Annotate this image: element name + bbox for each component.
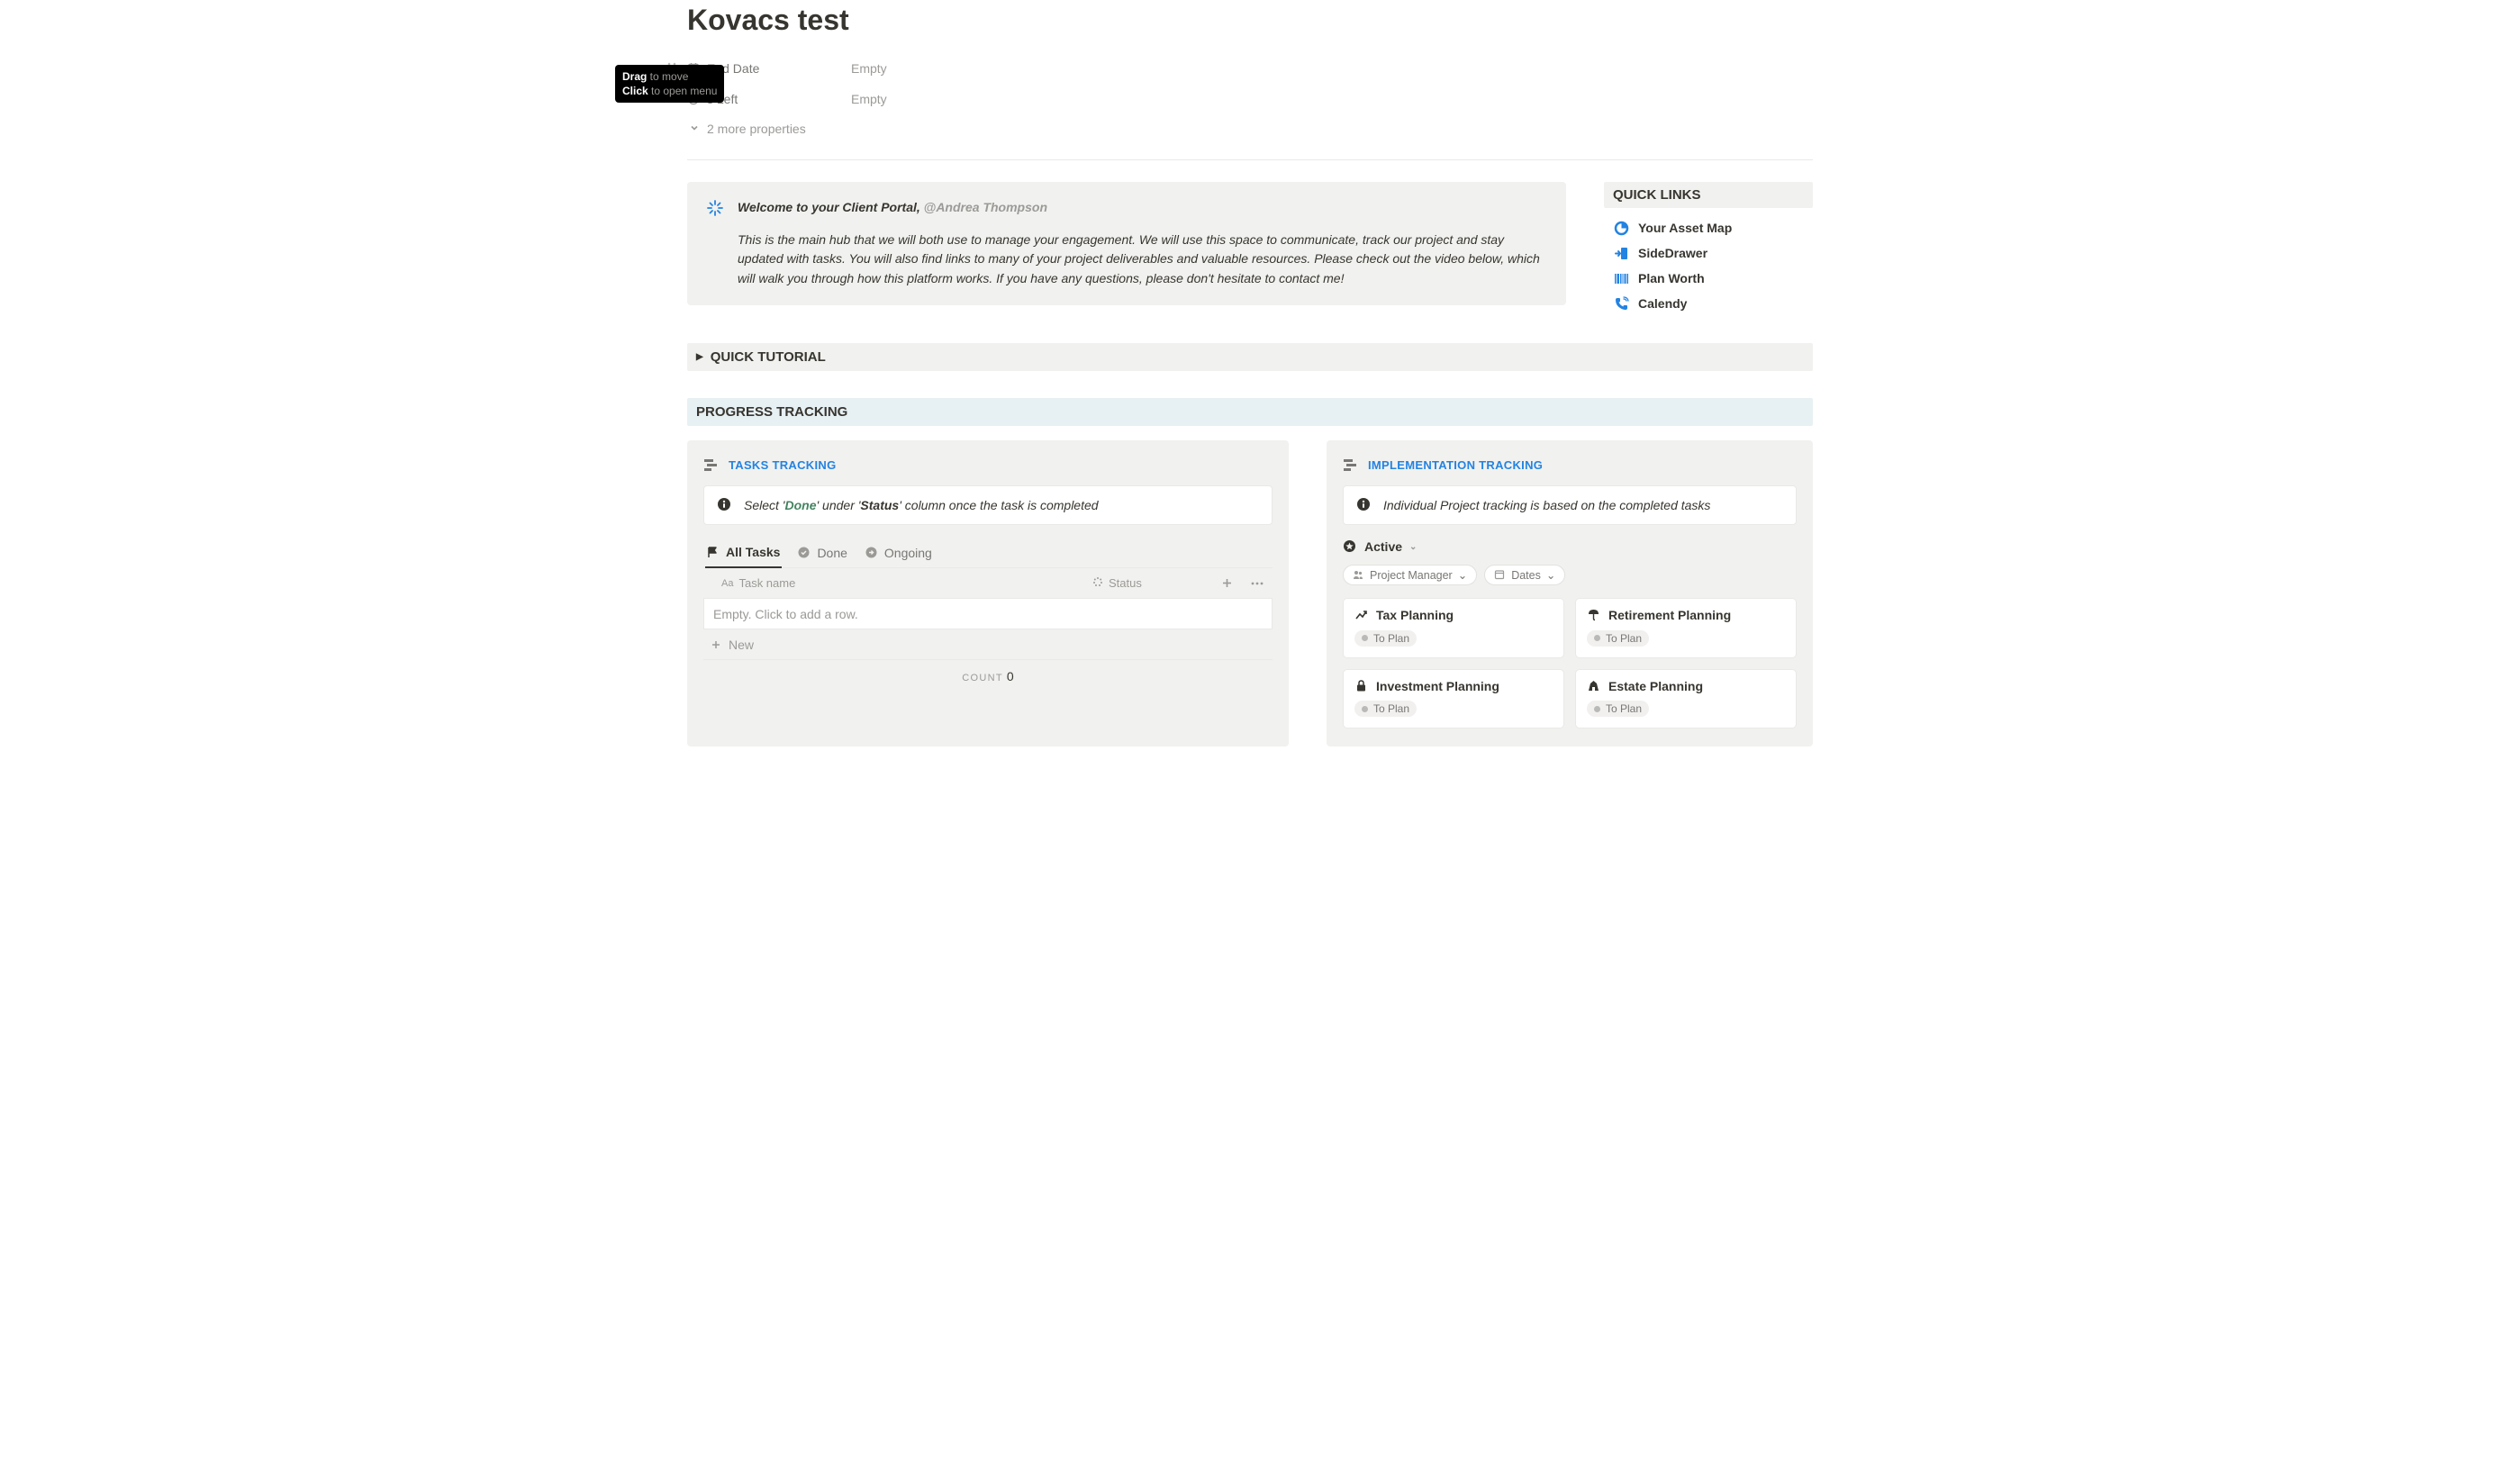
arrow-circle-icon — [865, 546, 879, 559]
section-label: PROGRESS TRACKING — [696, 404, 847, 420]
welcome-callout: Welcome to your Client Portal, @Andrea T… — [687, 182, 1566, 305]
status-badge: To Plan — [1587, 701, 1649, 717]
quicklink-calendy[interactable]: Calendy — [1608, 291, 1813, 316]
lock-icon — [1354, 679, 1369, 693]
tasks-tracking-panel: TASKS TRACKING Select 'Done' under 'Stat… — [687, 440, 1289, 747]
phone-icon — [1613, 295, 1629, 312]
quicklinks-panel: QUICK LINKS Your Asset Map SideDrawer Pl… — [1604, 182, 1813, 316]
new-row-button[interactable]: New — [703, 629, 1273, 660]
quicklink-label: Plan Worth — [1638, 271, 1705, 285]
quicklink-sidedrawer[interactable]: SideDrawer — [1608, 240, 1813, 266]
row-count: COUNT0 — [703, 660, 1273, 683]
status-badge: To Plan — [1587, 630, 1649, 647]
column-task-name[interactable]: Aa Task name — [714, 576, 1085, 590]
barcode-icon — [1613, 270, 1629, 286]
status-loader-icon — [1092, 576, 1103, 590]
section-label: QUICK TUTORIAL — [711, 349, 826, 365]
status-badge: To Plan — [1354, 701, 1417, 717]
property-row-end-date[interactable]: End Date Empty — [687, 53, 1813, 84]
tasks-table-header: Aa Task name Status — [703, 568, 1273, 599]
tasks-tracking-title: TASKS TRACKING — [703, 457, 1273, 473]
add-column-button[interactable] — [1211, 577, 1242, 589]
check-circle-icon — [798, 546, 811, 559]
implementation-tracking-title: IMPLEMENTATION TRACKING — [1343, 457, 1797, 473]
info-icon — [717, 497, 733, 513]
quick-tutorial-toggle[interactable]: ▶ QUICK TUTORIAL — [687, 343, 1813, 371]
chevron-down-icon: ⌄ — [1546, 568, 1555, 582]
property-value[interactable]: Empty — [851, 61, 887, 76]
info-icon — [1356, 497, 1372, 513]
column-status[interactable]: Status — [1085, 576, 1211, 590]
triangle-right-icon: ▶ — [696, 352, 703, 362]
welcome-text: Welcome to your Client Portal, @Andrea T… — [738, 198, 1548, 289]
more-properties-toggle[interactable]: 2 more properties — [689, 114, 1813, 143]
page-title[interactable]: Kovacs test — [687, 0, 1813, 37]
chevron-down-icon — [689, 122, 700, 136]
tasks-info-callout: Select 'Done' under 'Status' column once… — [703, 485, 1273, 525]
umbrella-icon — [1587, 608, 1601, 622]
property-label: s Left — [707, 92, 851, 106]
trend-icon — [1354, 608, 1369, 622]
chevron-down-icon: ⌄ — [1409, 542, 1417, 552]
progress-tracking-header: PROGRESS TRACKING — [687, 398, 1813, 426]
quicklink-label: Your Asset Map — [1638, 221, 1732, 235]
property-row-s-left[interactable]: s Left Empty — [687, 84, 1813, 114]
empty-table-row[interactable]: Empty. Click to add a row. — [703, 599, 1273, 629]
card-tax-planning[interactable]: Tax Planning To Plan — [1343, 598, 1564, 658]
sparkle-icon — [705, 198, 725, 218]
tab-ongoing[interactable]: Ongoing — [864, 540, 934, 567]
card-retirement-planning[interactable]: Retirement Planning To Plan — [1575, 598, 1797, 658]
status-badge: To Plan — [1354, 630, 1417, 647]
drawer-icon — [1613, 245, 1629, 261]
card-investment-planning[interactable]: Investment Planning To Plan — [1343, 669, 1564, 729]
pie-icon — [1613, 220, 1629, 236]
tracking-icon — [1343, 457, 1359, 473]
more-properties-label: 2 more properties — [707, 122, 806, 136]
filter-dates[interactable]: Dates ⌄ — [1484, 565, 1565, 585]
implementation-info-callout: Individual Project tracking is based on … — [1343, 485, 1797, 525]
filter-project-manager[interactable]: Project Manager ⌄ — [1343, 565, 1477, 585]
quicklink-label: Calendy — [1638, 296, 1687, 311]
implementation-tracking-panel: IMPLEMENTATION TRACKING Individual Proje… — [1327, 440, 1813, 747]
text-type-icon: Aa — [721, 578, 733, 589]
estate-icon — [1587, 679, 1601, 693]
drag-tooltip: Drag to move Click to open menu — [615, 65, 724, 103]
quicklink-label: SideDrawer — [1638, 246, 1707, 260]
tracking-icon — [703, 457, 720, 473]
user-mention[interactable]: @Andrea Thompson — [924, 200, 1047, 214]
star-icon — [1343, 539, 1357, 554]
divider — [687, 159, 1813, 160]
flag-icon — [707, 546, 720, 559]
card-estate-planning[interactable]: Estate Planning To Plan — [1575, 669, 1797, 729]
more-options-button[interactable] — [1242, 582, 1273, 585]
quicklinks-header: QUICK LINKS — [1604, 182, 1813, 208]
tab-done[interactable]: Done — [796, 540, 848, 567]
people-icon — [1353, 569, 1364, 581]
quicklink-asset-map[interactable]: Your Asset Map — [1608, 215, 1813, 240]
property-label: End Date — [707, 61, 851, 76]
chevron-down-icon: ⌄ — [1458, 568, 1467, 582]
property-value[interactable]: Empty — [851, 92, 887, 106]
quicklink-plan-worth[interactable]: Plan Worth — [1608, 266, 1813, 291]
active-view-selector[interactable]: Active ⌄ — [1343, 539, 1417, 554]
calendar-icon — [1494, 569, 1506, 581]
tasks-tabs: All Tasks Done Ongoing — [703, 539, 1273, 568]
tab-all-tasks[interactable]: All Tasks — [705, 539, 782, 568]
